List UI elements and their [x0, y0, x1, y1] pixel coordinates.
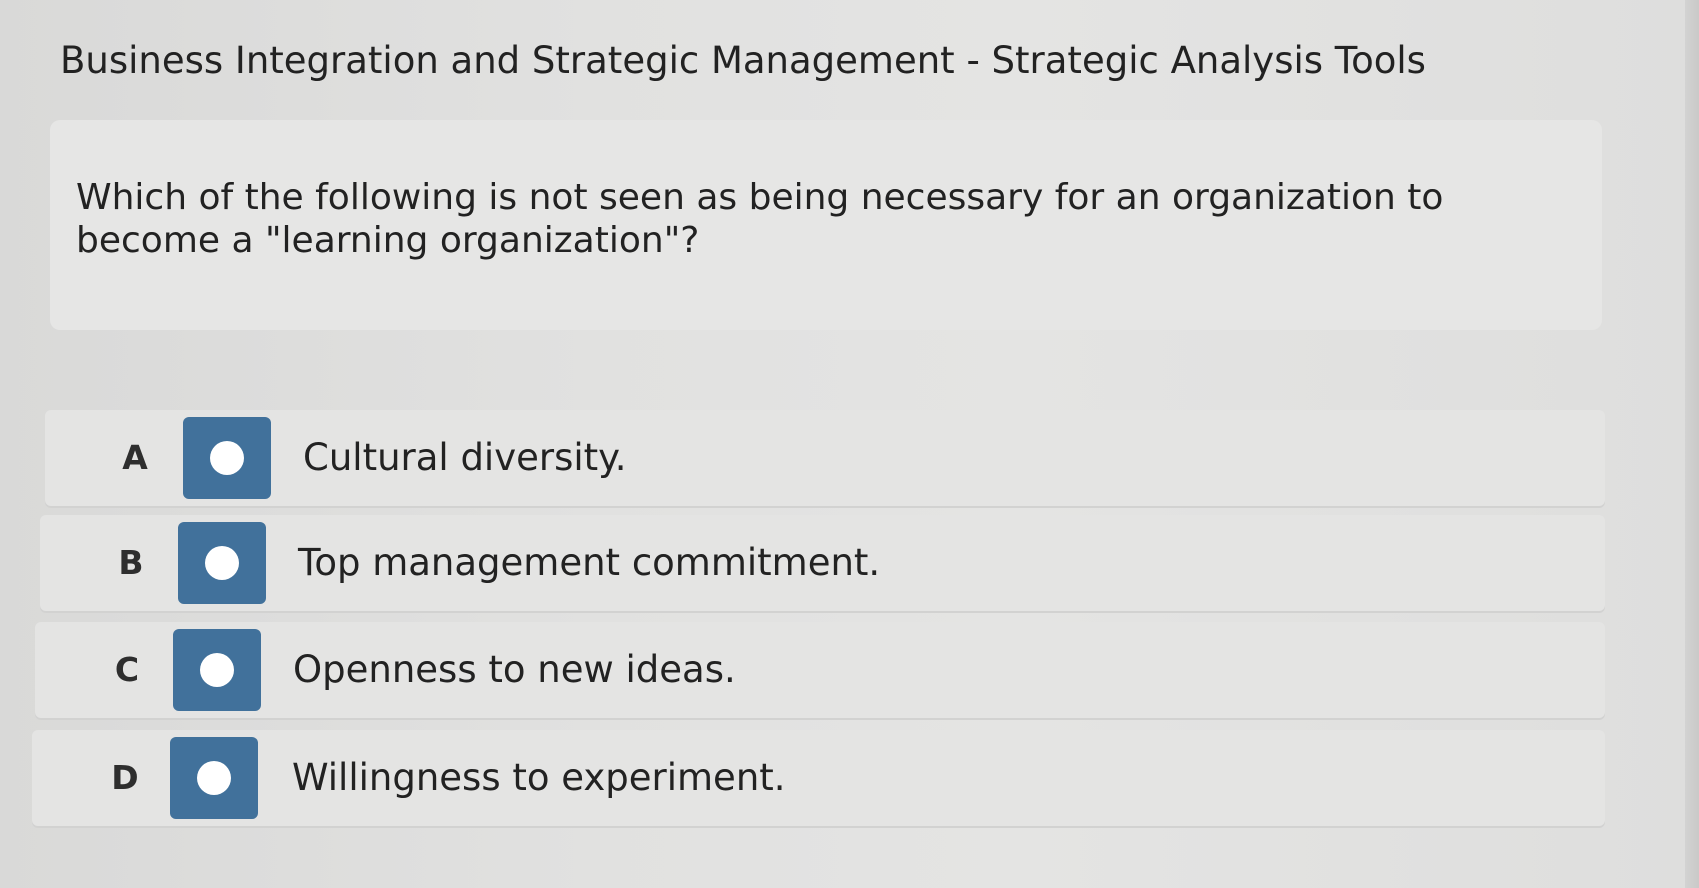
option-letter: D [111, 758, 139, 797]
option-d-radio[interactable] [170, 737, 258, 819]
option-label: Openness to new ideas. [293, 648, 736, 691]
radio-unselected-icon [205, 546, 239, 580]
radio-unselected-icon [197, 761, 231, 795]
option-d[interactable]: D Willingness to experiment. [32, 730, 1605, 826]
question-text: Which of the following is not seen as be… [76, 177, 1444, 261]
option-c[interactable]: C Openness to new ideas. [35, 622, 1605, 718]
option-a-radio[interactable] [183, 417, 271, 499]
option-b[interactable]: B Top management commitment. [40, 515, 1605, 611]
page-title: Business Integration and Strategic Manag… [60, 39, 1426, 82]
screen-edge [1685, 0, 1699, 888]
radio-unselected-icon [210, 441, 244, 475]
option-label: Willingness to experiment. [292, 756, 786, 799]
option-letter: B [118, 543, 144, 582]
option-label: Cultural diversity. [303, 436, 627, 479]
option-letter: A [122, 438, 148, 477]
option-letter: C [114, 650, 140, 689]
option-label: Top management commitment. [298, 541, 881, 584]
question-card: Which of the following is not seen as be… [50, 120, 1602, 330]
option-c-radio[interactable] [173, 629, 261, 711]
option-a[interactable]: A Cultural diversity. [45, 410, 1605, 506]
option-b-radio[interactable] [178, 522, 266, 604]
radio-unselected-icon [200, 653, 234, 687]
